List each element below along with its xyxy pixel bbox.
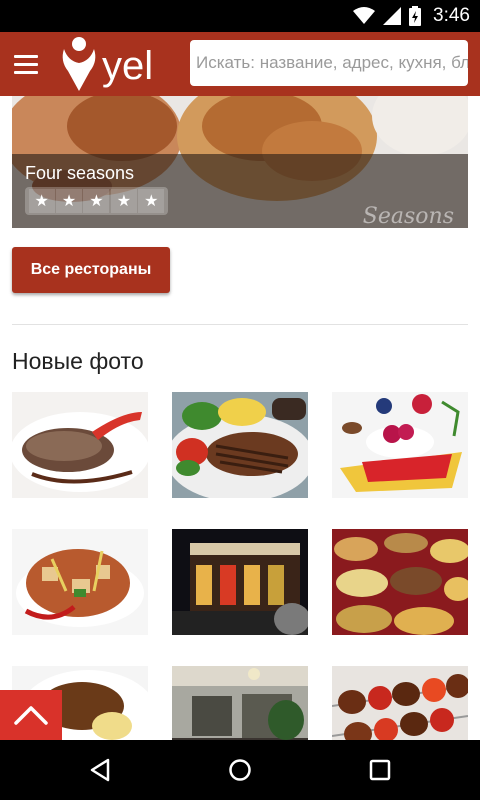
photo-stir-fry-dish[interactable] bbox=[12, 529, 148, 635]
divider bbox=[12, 324, 468, 325]
star-icon: ★ bbox=[28, 189, 55, 213]
photo-image bbox=[172, 529, 308, 635]
photo-image bbox=[332, 529, 468, 635]
home-icon bbox=[229, 759, 251, 781]
photo-restaurant-exterior[interactable] bbox=[172, 529, 308, 635]
star-icon: ★ bbox=[110, 189, 137, 213]
photo-image bbox=[332, 666, 468, 740]
featured-restaurant-card[interactable]: Seasons Four seasons ★ ★ ★ ★ ★ bbox=[12, 96, 468, 228]
photo-steak-with-sauce[interactable] bbox=[12, 392, 148, 498]
status-time: 3:46 bbox=[433, 5, 470, 26]
star-rating: ★ ★ ★ ★ ★ bbox=[25, 187, 168, 215]
search-input[interactable] bbox=[196, 53, 468, 73]
photo-image bbox=[332, 392, 468, 498]
home-button[interactable] bbox=[200, 740, 280, 800]
featured-watermark: Seasons bbox=[362, 204, 454, 228]
logo-text: yel bbox=[102, 43, 154, 88]
photo-image bbox=[172, 392, 308, 498]
star-icon: ★ bbox=[138, 189, 165, 213]
star-icon: ★ bbox=[83, 189, 110, 213]
search-box[interactable] bbox=[190, 40, 468, 86]
star-icon: ★ bbox=[56, 189, 83, 213]
menu-icon-line bbox=[14, 62, 38, 66]
scroll-to-top-button[interactable] bbox=[0, 690, 62, 740]
menu-icon-line bbox=[14, 54, 38, 58]
menu-icon-line bbox=[14, 70, 38, 74]
status-icons: 3:46 bbox=[353, 0, 470, 32]
chevron-up-icon bbox=[14, 706, 48, 725]
signal-icon bbox=[383, 7, 402, 25]
photo-image bbox=[12, 392, 148, 498]
photo-image bbox=[172, 666, 308, 740]
back-icon bbox=[90, 758, 110, 782]
recents-button[interactable] bbox=[340, 740, 420, 800]
battery-icon bbox=[409, 6, 422, 26]
app-bar: yel bbox=[0, 32, 480, 96]
status-bar: 3:46 bbox=[0, 0, 480, 32]
photo-image bbox=[12, 529, 148, 635]
photo-kebab-skewers[interactable] bbox=[332, 666, 468, 740]
app-logo[interactable]: yel bbox=[60, 34, 153, 94]
restaurant-name: Four seasons bbox=[25, 163, 135, 183]
photo-restaurant-interior[interactable] bbox=[172, 666, 308, 740]
menu-button[interactable] bbox=[14, 48, 50, 80]
recents-icon bbox=[369, 759, 391, 781]
photo-buffet-dishes[interactable] bbox=[332, 529, 468, 635]
system-nav-bar bbox=[0, 740, 480, 800]
back-button[interactable] bbox=[60, 740, 140, 800]
photo-grilled-steak-vegetables[interactable] bbox=[172, 392, 308, 498]
location-pin-icon bbox=[62, 37, 96, 91]
wifi-icon bbox=[353, 7, 376, 24]
photo-dessert-berries[interactable] bbox=[332, 392, 468, 498]
content-area: Seasons Four seasons ★ ★ ★ ★ ★ Все ресто… bbox=[0, 96, 480, 740]
section-title-new-photos: Новые фото bbox=[12, 348, 144, 374]
all-restaurants-button[interactable]: Все рестораны bbox=[12, 247, 170, 293]
